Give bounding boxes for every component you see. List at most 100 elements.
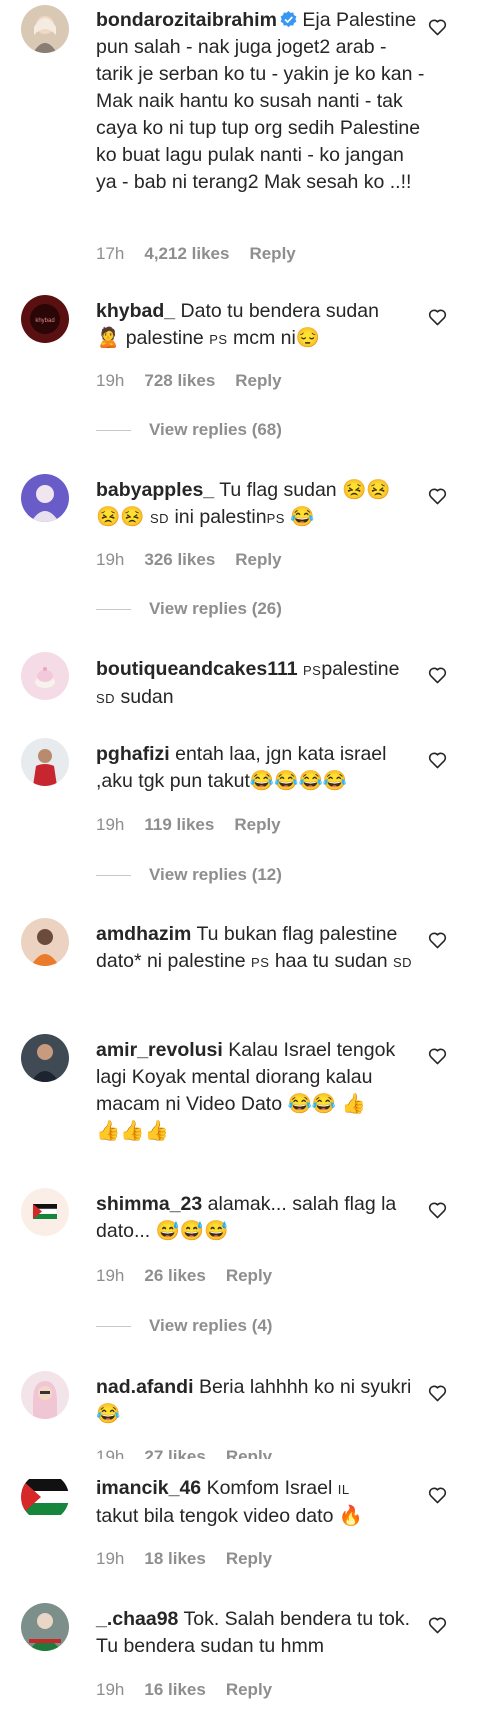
comment-body: amir_revolusi Kalau Israel tengok lagi K… bbox=[96, 1037, 425, 1145]
divider-line bbox=[96, 609, 131, 611]
comment-text: Dato tu bendera sudan bbox=[180, 300, 379, 322]
flag-emoji-sd: SD bbox=[149, 511, 170, 526]
username[interactable]: shimma_23 bbox=[96, 1193, 202, 1215]
comment-body: amdhazim Tu bukan flag palestine dato* n… bbox=[96, 921, 425, 976]
comment-body: pghafizi entah laa, jgn kata israel ,aku… bbox=[96, 741, 425, 795]
username[interactable]: amdhazim bbox=[96, 923, 191, 945]
username[interactable]: babyapples_ bbox=[96, 479, 214, 501]
comment-meta: 19h 326 likes Reply bbox=[96, 550, 302, 570]
divider-line bbox=[96, 1326, 131, 1328]
svg-text:khybad: khybad bbox=[35, 318, 54, 324]
reply-button[interactable]: Reply bbox=[226, 1447, 272, 1459]
likes-count[interactable]: 119 likes bbox=[144, 815, 214, 834]
heart-outline-icon[interactable] bbox=[428, 1201, 447, 1219]
avatar[interactable] bbox=[21, 738, 69, 786]
avatar[interactable] bbox=[21, 918, 69, 966]
username[interactable]: nad.afandi bbox=[96, 1376, 194, 1398]
view-replies-button[interactable]: View replies (12) bbox=[96, 865, 282, 885]
flag-emoji-ps: PS bbox=[209, 332, 228, 347]
comment-text: 🙎 palestine bbox=[96, 327, 204, 349]
heart-outline-icon[interactable] bbox=[428, 751, 447, 769]
heart-outline-icon[interactable] bbox=[428, 1384, 447, 1402]
view-replies-button[interactable]: View replies (4) bbox=[96, 1316, 272, 1336]
comment-body: boutiqueandcakes111 PSpalestine SD sudan bbox=[96, 656, 425, 712]
timestamp: 17h bbox=[96, 244, 125, 263]
timestamp: 19h bbox=[96, 371, 125, 390]
comment-text: takut bila tengok video dato 🔥 bbox=[96, 1505, 364, 1527]
avatar[interactable] bbox=[21, 1034, 69, 1082]
comment-meta: 19h 728 likes Reply bbox=[96, 371, 302, 391]
avatar[interactable] bbox=[21, 1371, 69, 1419]
comment-text: palestine bbox=[321, 658, 400, 680]
timestamp: 19h bbox=[96, 1549, 125, 1568]
comment-text: 👍👍👍 bbox=[96, 1120, 169, 1142]
view-replies-button[interactable]: View replies (26) bbox=[96, 599, 282, 619]
view-replies-button[interactable]: View replies (68) bbox=[96, 420, 282, 440]
reply-button[interactable]: Reply bbox=[249, 244, 295, 263]
timestamp: 19h bbox=[96, 550, 125, 569]
flag-emoji-ps: PS bbox=[251, 955, 270, 970]
avatar[interactable] bbox=[21, 474, 69, 522]
likes-count[interactable]: 16 likes bbox=[144, 1680, 205, 1699]
timestamp: 19h bbox=[96, 1680, 125, 1699]
flag-emoji-sd: SD bbox=[96, 691, 116, 706]
comment-text: ini palestin bbox=[174, 506, 267, 528]
comment-body: _.chaa98 Tok. Salah bendera tu tok. Tu b… bbox=[96, 1606, 425, 1660]
comment-meta: 19h 27 likes Reply bbox=[96, 1447, 292, 1459]
heart-outline-icon[interactable] bbox=[428, 931, 447, 949]
comment-text: sudan bbox=[120, 686, 174, 708]
comment-body: khybad_ Dato tu bendera sudan 🙎 palestin… bbox=[96, 298, 425, 353]
timestamp: 19h bbox=[96, 815, 125, 834]
avatar[interactable] bbox=[21, 5, 69, 53]
likes-count[interactable]: 728 likes bbox=[144, 371, 215, 390]
heart-outline-icon[interactable] bbox=[428, 1616, 447, 1634]
verified-badge-icon bbox=[280, 11, 297, 28]
comment-meta: 19h 16 likes Reply bbox=[96, 1680, 292, 1700]
avatar[interactable] bbox=[21, 652, 69, 700]
comment-text: Komfom Israel bbox=[206, 1477, 333, 1499]
heart-outline-icon[interactable] bbox=[428, 1486, 447, 1504]
heart-outline-icon[interactable] bbox=[428, 308, 447, 326]
comment-body: nad.afandi Beria lahhhh ko ni syukri 😂 bbox=[96, 1374, 425, 1428]
comment-text: Tu flag sudan 😣😣 bbox=[219, 479, 391, 501]
heart-outline-icon[interactable] bbox=[428, 666, 447, 684]
reply-button[interactable]: Reply bbox=[234, 815, 280, 834]
flag-emoji-ps: PS bbox=[266, 511, 285, 526]
likes-count[interactable]: 18 likes bbox=[144, 1549, 205, 1568]
avatar[interactable] bbox=[21, 1188, 69, 1236]
heart-outline-icon[interactable] bbox=[428, 487, 447, 505]
comment-body: imancik_46 Komfom Israel IL takut bila t… bbox=[96, 1475, 425, 1530]
username[interactable]: imancik_46 bbox=[96, 1477, 201, 1499]
username[interactable]: boutiqueandcakes111 bbox=[96, 658, 298, 680]
likes-count[interactable]: 4,212 likes bbox=[144, 244, 229, 263]
timestamp: 19h bbox=[96, 1266, 125, 1285]
avatar[interactable]: khybad bbox=[21, 295, 69, 343]
reply-button[interactable]: Reply bbox=[235, 550, 281, 569]
likes-count[interactable]: 27 likes bbox=[144, 1447, 205, 1459]
likes-count[interactable]: 26 likes bbox=[144, 1266, 205, 1285]
avatar[interactable] bbox=[21, 1473, 69, 1521]
reply-button[interactable]: Reply bbox=[226, 1680, 272, 1699]
comment-meta: 19h 119 likes Reply bbox=[96, 815, 301, 835]
reply-button[interactable]: Reply bbox=[226, 1549, 272, 1568]
username[interactable]: amir_revolusi bbox=[96, 1039, 223, 1061]
reply-button[interactable]: Reply bbox=[226, 1266, 272, 1285]
heart-outline-icon[interactable] bbox=[428, 1047, 447, 1065]
username[interactable]: khybad_ bbox=[96, 300, 175, 322]
flag-emoji-sd: SD bbox=[393, 955, 413, 970]
comment-meta: 19h 18 likes Reply bbox=[96, 1549, 292, 1569]
divider-line bbox=[96, 875, 131, 877]
divider-line bbox=[96, 430, 131, 432]
username[interactable]: bondarozitaibrahim bbox=[96, 9, 277, 31]
avatar[interactable] bbox=[21, 1603, 69, 1651]
comment-text: Eja Palestine pun salah - nak juga joget… bbox=[96, 9, 425, 193]
comment-text: mcm ni😔 bbox=[232, 327, 321, 349]
username[interactable]: pghafizi bbox=[96, 743, 170, 765]
flag-emoji-ps: PS bbox=[303, 663, 322, 678]
flag-emoji-il: IL bbox=[337, 1482, 350, 1497]
heart-outline-icon[interactable] bbox=[428, 18, 447, 36]
reply-button[interactable]: Reply bbox=[235, 371, 281, 390]
clipped-meta: 19h 27 likes Reply bbox=[96, 1447, 346, 1459]
username[interactable]: _.chaa98 bbox=[96, 1608, 178, 1630]
likes-count[interactable]: 326 likes bbox=[144, 550, 215, 569]
